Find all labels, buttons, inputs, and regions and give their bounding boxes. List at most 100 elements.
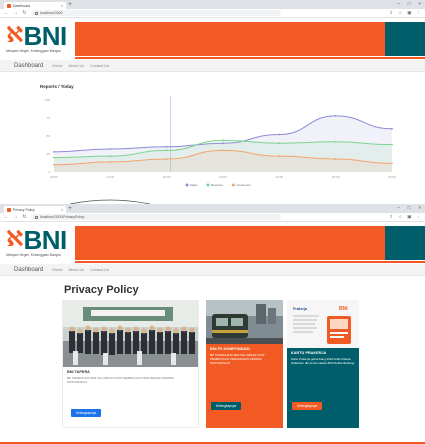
nav-link-contact[interactable]: Contact Us	[90, 64, 109, 68]
nav-link-home[interactable]: Home	[52, 268, 62, 272]
data-point[interactable]	[278, 155, 281, 158]
legend-label[interactable]: Revenue	[211, 183, 223, 187]
header-banner-orange	[75, 22, 385, 56]
back-icon[interactable]: ←	[4, 214, 9, 220]
navbar: Dashboard Home About Us Contact Us	[0, 60, 425, 72]
data-point[interactable]	[391, 162, 393, 165]
forward-icon[interactable]: →	[13, 214, 18, 220]
close-icon[interactable]: ×	[61, 3, 63, 8]
tab-title: Dashboard	[13, 3, 31, 8]
plus-icon[interactable]: +	[66, 206, 74, 213]
card-title: KARTU PRAKERJA	[291, 351, 327, 355]
data-point[interactable]	[109, 161, 112, 163]
train-photo-image	[206, 300, 283, 344]
page-title: Privacy Policy	[64, 284, 139, 296]
reload-icon[interactable]: ↻	[22, 10, 27, 16]
site-header: ℵ BNI Melayani Negeri, Kebanggaan Bangsa	[0, 222, 425, 264]
data-point[interactable]	[165, 149, 168, 152]
lock-icon	[35, 215, 38, 219]
menu-icon[interactable]: ⋮	[417, 10, 422, 16]
data-point[interactable]	[391, 127, 393, 130]
window-close-icon[interactable]: ×	[418, 205, 421, 210]
nav-link-about[interactable]: About Us	[69, 268, 85, 272]
data-point[interactable]	[109, 148, 112, 150]
y-tick-label: 75	[47, 116, 51, 120]
reports-chart-card: 0 25 50 75 100 00:00 01:00 02:00 03:00 04:00 05:00…	[32, 78, 407, 194]
data-point[interactable]	[278, 142, 281, 145]
url-field[interactable]: localhost:3000	[31, 10, 281, 16]
read-more-button[interactable]: Selengkapnya	[71, 409, 102, 417]
window-controls: – □ ×	[397, 205, 421, 210]
share-icon[interactable]: ⇪	[389, 10, 393, 16]
read-more-button[interactable]: Selengkapnya	[292, 402, 323, 410]
lock-icon	[35, 11, 38, 15]
data-point[interactable]	[165, 145, 168, 148]
data-point[interactable]	[53, 163, 55, 166]
address-bar: ← → ↻ localhost:3000 ⇪ ☆ ▣ ⋮	[0, 9, 425, 18]
maximize-icon[interactable]: □	[408, 205, 411, 210]
data-point[interactable]	[334, 140, 337, 143]
nav-link-contact[interactable]: Contact Us	[90, 268, 109, 272]
navbar-brand[interactable]: Dashboard	[14, 267, 43, 273]
window-close-icon[interactable]: ×	[418, 1, 421, 6]
group-photo-image	[63, 301, 198, 367]
url-field[interactable]: localhost:3000/PrivacyPolicy	[31, 214, 281, 220]
reload-icon[interactable]: ↻	[22, 214, 27, 220]
browser-tab[interactable]: Privacy Policy ×	[4, 206, 66, 213]
bni-logo[interactable]: ℵ BNI Melayani Negeri, Kebanggaan Bangsa	[6, 227, 67, 257]
x-tick-label: 04:00	[276, 175, 284, 179]
nav-link-about[interactable]: About Us	[69, 64, 85, 68]
read-more-button[interactable]: Selengkapnya	[211, 402, 242, 410]
x-tick-label: 02:00	[163, 175, 171, 179]
chart-title: Reports / Today	[40, 84, 74, 89]
star-icon[interactable]: ☆	[398, 214, 402, 220]
bni-logo[interactable]: ℵ BNI Melayani Negeri, Kebanggaan Bangsa	[6, 21, 67, 53]
data-point[interactable]	[334, 158, 337, 160]
data-point[interactable]	[53, 150, 55, 153]
data-point[interactable]	[165, 158, 168, 160]
prakerja-promo-image: Prakerja BNI	[287, 300, 359, 348]
minimize-icon[interactable]: –	[397, 205, 400, 210]
data-point[interactable]	[334, 114, 337, 117]
back-icon[interactable]: ←	[4, 10, 9, 16]
navbar-brand[interactable]: Dashboard	[14, 63, 43, 69]
header-banner-teal	[385, 226, 425, 260]
browser-tab-strip: Privacy Policy × + – □ ×	[0, 204, 425, 213]
legend-label[interactable]: Sales	[190, 183, 198, 187]
legend-swatch	[231, 183, 235, 187]
logo-mark: ℵ	[6, 227, 24, 252]
minimize-icon[interactable]: –	[397, 1, 400, 6]
news-card-kompondasi: BNI FX KOMPONDASI BP TAPERA DAN BNI SALU…	[206, 300, 283, 428]
data-point[interactable]	[222, 149, 224, 152]
menu-icon[interactable]: ⋮	[417, 214, 422, 220]
browser-tab[interactable]: Dashboard ×	[4, 2, 66, 9]
header-banner-orange	[75, 226, 385, 260]
close-icon[interactable]: ×	[61, 207, 63, 212]
news-card-tapera: BNI TAPERA BP TAPERA DAN BNI SALURKAN FL…	[62, 300, 199, 428]
header-banner-teal	[385, 22, 425, 56]
extensions-icon[interactable]: ▣	[407, 214, 411, 220]
data-point[interactable]	[391, 143, 393, 146]
nav-link-home[interactable]: Home	[52, 64, 62, 68]
logo-subtitle: Melayani Negeri, Kebanggaan Bangsa	[6, 49, 61, 53]
card-title: BNI TAPERA	[67, 370, 90, 374]
data-point[interactable]	[109, 155, 112, 158]
data-point[interactable]	[53, 156, 55, 159]
star-icon[interactable]: ☆	[398, 10, 402, 16]
plus-icon[interactable]: +	[66, 2, 74, 9]
prakerja-image-brand: BNI	[339, 306, 348, 312]
y-tick-label: 100	[45, 98, 50, 102]
extensions-icon[interactable]: ▣	[407, 10, 411, 16]
logo-subtitle: Melayani Negeri, Kebanggaan Bangsa	[6, 253, 61, 257]
browser-tab-strip: Dashboard × + – □ ×	[0, 0, 425, 9]
data-point[interactable]	[222, 139, 224, 142]
logo-text: BNI	[23, 21, 67, 51]
forward-icon[interactable]: →	[13, 10, 18, 16]
legend-label[interactable]: Customers	[236, 183, 251, 187]
data-point[interactable]	[278, 133, 281, 136]
share-icon[interactable]: ⇪	[389, 214, 393, 220]
legend-swatch	[185, 183, 189, 187]
maximize-icon[interactable]: □	[408, 1, 411, 6]
privacy-screenshot: Privacy Policy × + – □ × ← → ↻ localhost…	[0, 204, 425, 444]
x-tick-label: 01:00	[107, 175, 115, 179]
